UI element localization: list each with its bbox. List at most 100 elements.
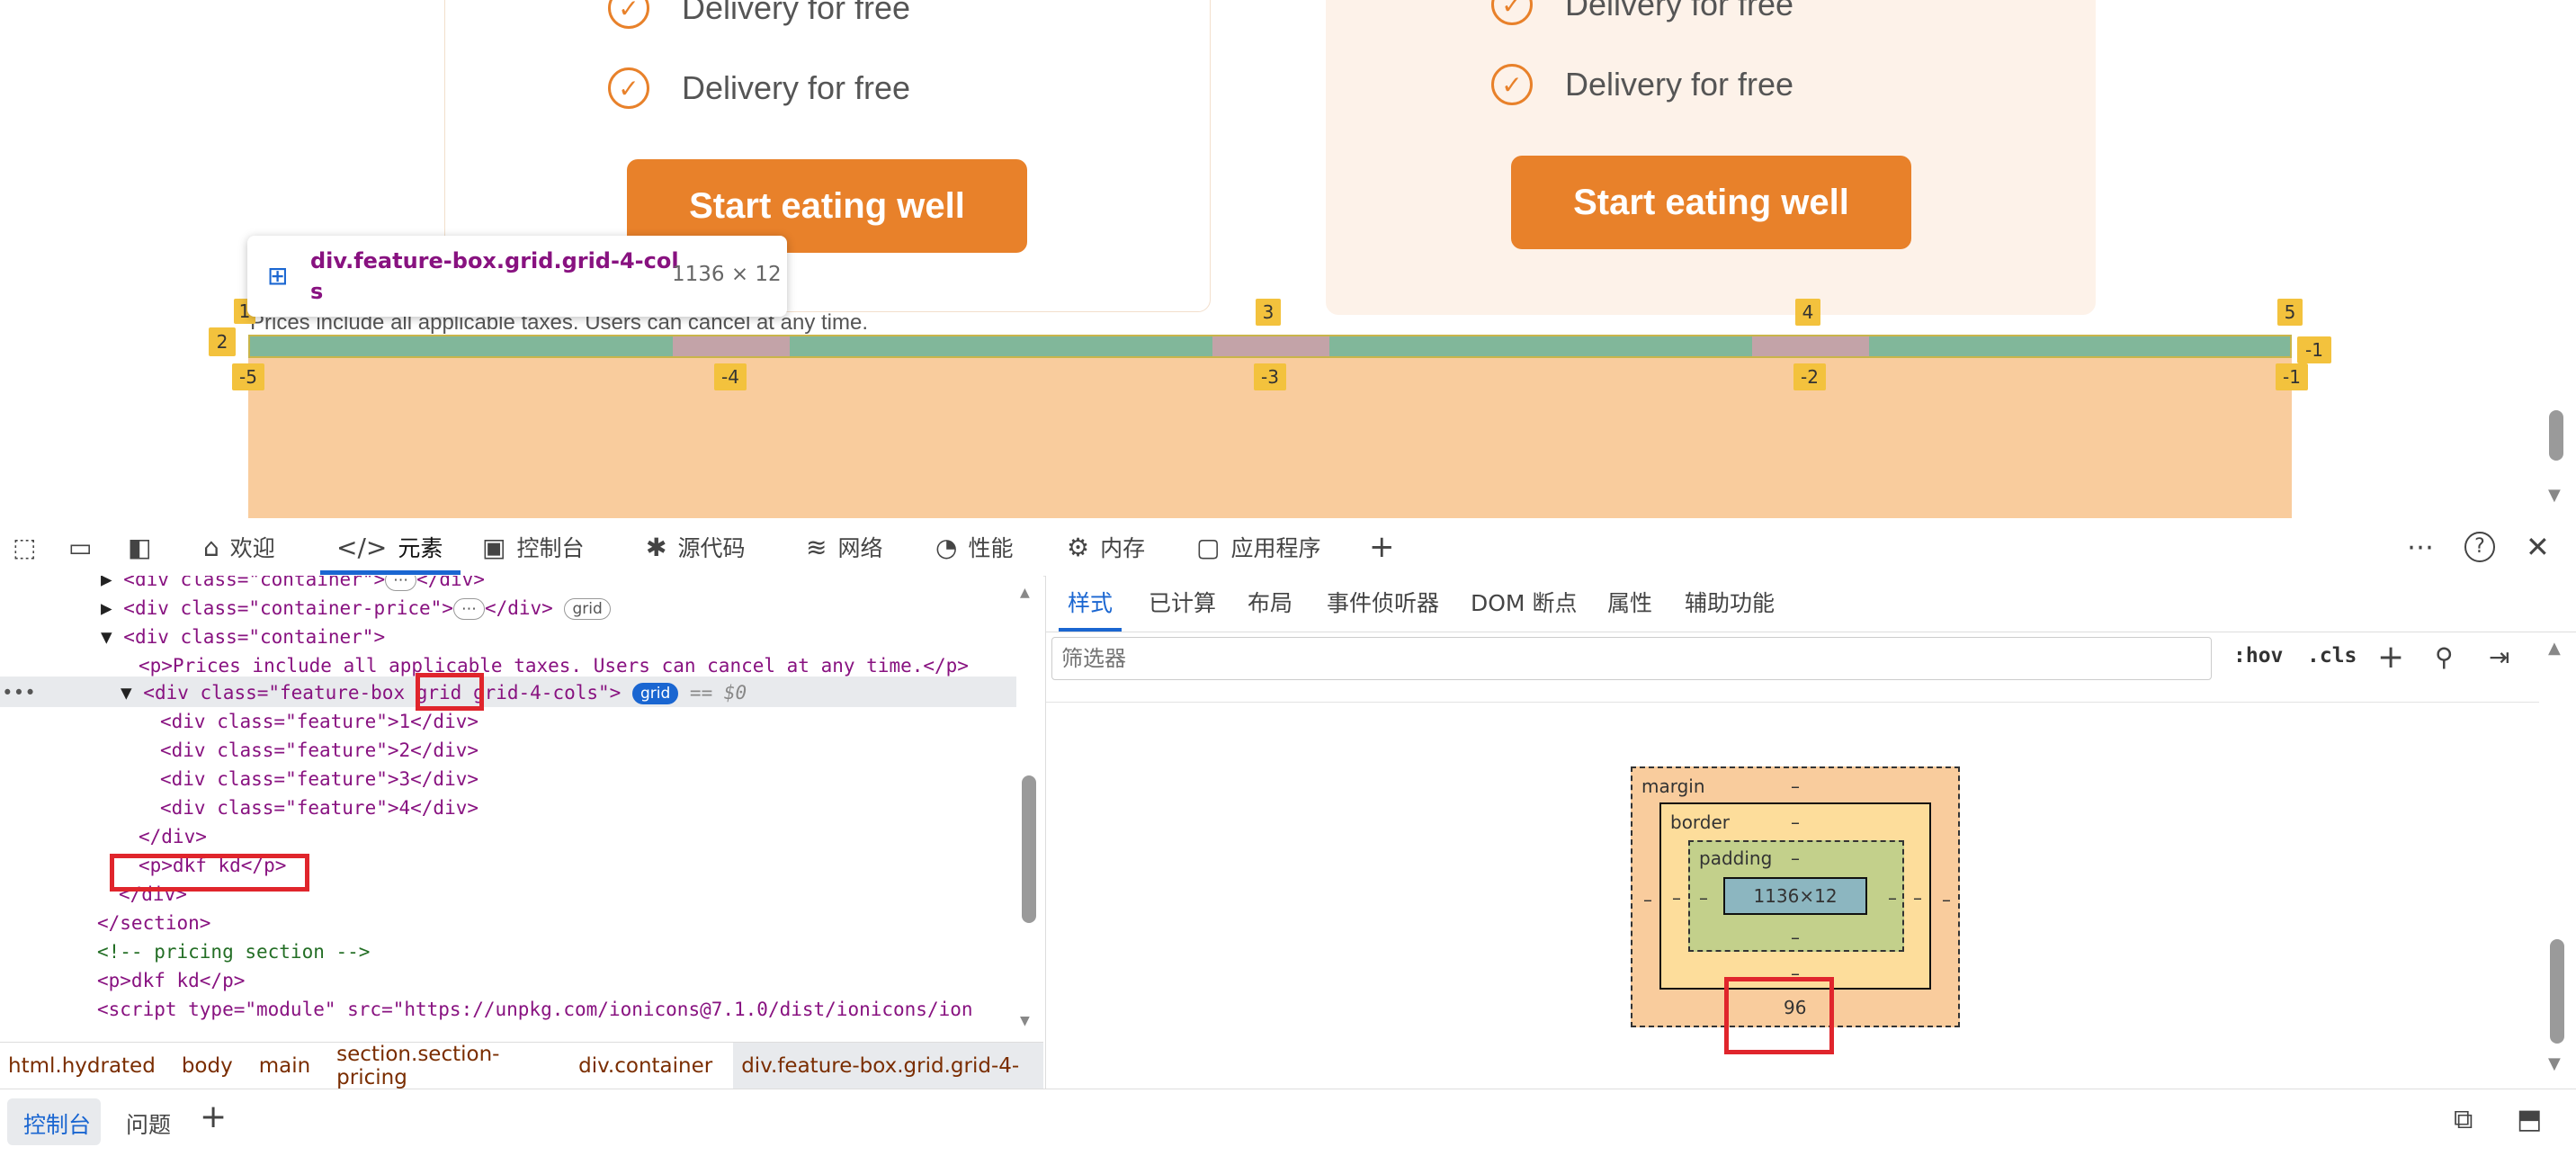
hov-button[interactable]: :hov — [2233, 644, 2283, 668]
scroll-down-icon[interactable]: ▼ — [2548, 1054, 2561, 1073]
tooltip-selector: div.feature-box.grid.grid-4-col — [310, 248, 679, 273]
add-tab-icon[interactable]: + — [1369, 518, 1395, 576]
annotation-box — [1724, 977, 1834, 1054]
dom-node[interactable]: ▶ <div class="container"> ⋯ </div> — [101, 576, 485, 594]
drawer-tab-issues[interactable]: 问题 — [126, 1107, 171, 1140]
devtools-toolbar: ⬚ ▭ ◧ ⌂ 欢迎 </> 元素 ▣ 控制台 ✱ 源代码 ≋ 网络 ◔ 性能 ⚙ 内存 ▢ 应… — [0, 518, 2576, 577]
tab-computed[interactable]: 已计算 — [1149, 576, 1216, 632]
grid-badge[interactable]: grid — [564, 598, 611, 620]
dom-node[interactable]: <div class="feature">2</div> — [160, 736, 479, 765]
grid-line-marker: -5 — [232, 363, 264, 390]
styles-filter-input[interactable] — [1051, 637, 2212, 680]
breadcrumb-item[interactable]: html.hydrated — [0, 1054, 164, 1078]
dom-node[interactable]: <p>dkf kd</p> — [97, 966, 245, 995]
grid-line-marker: 2 — [209, 327, 236, 356]
grid-line-marker: -2 — [1793, 363, 1826, 390]
dom-comment[interactable]: <!-- pricing section --> — [97, 937, 370, 966]
breadcrumb-item[interactable]: main — [241, 1054, 318, 1078]
feature-row: ✓ Delivery for free — [1491, 0, 1793, 25]
padding-top-value: – — [1791, 847, 1800, 869]
inspect-element-icon[interactable]: ⬚ — [13, 518, 47, 576]
box-model-content[interactable]: 1136×12 — [1723, 877, 1867, 915]
scroll-up-icon[interactable]: ▲ — [2548, 639, 2561, 658]
feature-row: ✓ Delivery for free — [1491, 64, 1793, 105]
scroll-down-icon[interactable]: ▼ — [2548, 486, 2561, 505]
dom-node[interactable]: <div class="feature">4</div> — [160, 793, 479, 822]
tooltip-selector-wrap: s — [310, 279, 324, 304]
devtools-drawer: 控制台 问题 + ⧉ ⬒ — [0, 1089, 2576, 1156]
grid-gap — [1212, 336, 1329, 356]
dom-node[interactable]: <script type="module" src="https://unpkg… — [97, 995, 973, 1024]
gauge-icon: ◔ — [935, 532, 958, 562]
border-left-value: – — [1672, 887, 1681, 909]
breadcrumb-item[interactable]: div.container — [560, 1054, 720, 1078]
help-icon[interactable]: ? — [2464, 518, 2495, 576]
collapse-triangle-icon[interactable]: ▼ — [101, 626, 123, 648]
tab-dom-breakpoints[interactable]: DOM 断点 — [1471, 576, 1577, 632]
app-icon: ▢ — [1196, 532, 1221, 562]
feature-text: Delivery for free — [682, 0, 911, 26]
new-style-rule-icon[interactable]: + — [2377, 639, 2404, 676]
tab-layout[interactable]: 布局 — [1248, 576, 1292, 632]
dock-drawer-icon[interactable]: ⧉ — [2454, 1104, 2473, 1135]
elements-scrollbar-thumb[interactable] — [1022, 775, 1036, 923]
device-toolbar-icon[interactable]: ▭ — [68, 518, 103, 576]
tab-event-listeners[interactable]: 事件侦听器 — [1327, 576, 1439, 632]
tab-styles[interactable]: 样式 — [1068, 576, 1113, 632]
dom-node-ellipsis[interactable]: ••• — [2, 678, 36, 707]
padding-label: padding — [1699, 847, 1773, 869]
margin-label: margin — [1641, 775, 1705, 797]
cls-button[interactable]: .cls — [2307, 644, 2357, 668]
tab-accessibility[interactable]: 辅助功能 — [1685, 576, 1775, 632]
tab-console[interactable]: ▣ 控制台 — [482, 518, 584, 576]
border-right-value: – — [1913, 887, 1922, 909]
tab-memory[interactable]: ⚙ 内存 — [1067, 518, 1145, 576]
dock-side-icon[interactable]: ◧ — [128, 518, 162, 576]
annotation-box — [416, 673, 484, 711]
padding-left-value: – — [1699, 887, 1708, 909]
tab-performance[interactable]: ◔ 性能 — [935, 518, 1013, 576]
dom-node[interactable]: <div class="feature">1</div> — [160, 707, 479, 736]
toggle-sidebar-icon[interactable]: ⇥ — [2489, 642, 2509, 672]
grid-badge[interactable]: grid — [631, 683, 679, 704]
expand-drawer-icon[interactable]: ⬒ — [2517, 1104, 2542, 1135]
collapsed-ellipsis[interactable]: ⋯ — [385, 576, 417, 591]
drawer-tab-console[interactable]: 控制台 — [23, 1107, 91, 1140]
close-icon[interactable]: ✕ — [2526, 518, 2550, 576]
tab-properties[interactable]: 属性 — [1607, 576, 1652, 632]
check-icon: ✓ — [608, 67, 649, 109]
tab-elements[interactable]: </> 元素 — [336, 518, 443, 576]
collapsed-ellipsis[interactable]: ⋯ — [452, 598, 485, 620]
dom-node[interactable]: ▼ <div class="container"> — [101, 623, 385, 651]
collapse-triangle-icon[interactable]: ▼ — [121, 682, 143, 703]
grid-line-marker: -1 — [2297, 336, 2331, 363]
elements-tree[interactable]: ▶ <div class="container"> ⋯ </div> ▶ <div … — [0, 576, 1043, 1042]
more-icon[interactable]: ⋯ — [2407, 518, 2434, 576]
breadcrumb-item[interactable]: section.section-pricing — [318, 1043, 560, 1089]
dom-node[interactable]: ▶ <div class="container-price"> ⋯ </div> g… — [101, 594, 611, 623]
breadcrumb-item-selected[interactable]: div.feature-box.grid.grid-4-cols — [733, 1043, 1043, 1125]
dom-node[interactable]: </div> — [139, 822, 207, 851]
grid-line-marker: 5 — [2277, 299, 2303, 326]
tab-sources[interactable]: ✱ 源代码 — [646, 518, 745, 576]
page-preview: ✓ Delivery for free ✓ Delivery for free … — [0, 0, 2576, 518]
expand-triangle-icon[interactable]: ▶ — [101, 597, 123, 619]
scroll-up-icon[interactable]: ▲ — [1020, 583, 1030, 602]
expand-triangle-icon[interactable]: ▶ — [101, 576, 123, 590]
home-icon: ⌂ — [203, 532, 219, 562]
styles-scrollbar-thumb[interactable] — [2550, 939, 2564, 1044]
tab-network[interactable]: ≋ 网络 — [806, 518, 882, 576]
page-scrollbar-thumb[interactable] — [2549, 410, 2563, 461]
border-top-value: – — [1791, 811, 1800, 833]
tab-welcome[interactable]: ⌂ 欢迎 — [203, 518, 275, 576]
dom-node[interactable]: </section> — [97, 909, 210, 937]
breadcrumb-item[interactable]: body — [164, 1054, 241, 1078]
start-eating-well-button[interactable]: Start eating well — [1511, 156, 1911, 249]
paint-brush-icon[interactable]: ⚲ — [2435, 642, 2454, 672]
annotation-box — [110, 854, 309, 892]
feature-text: Delivery for free — [1565, 0, 1794, 22]
tab-application[interactable]: ▢ 应用程序 — [1196, 518, 1320, 576]
drawer-add-tab-icon[interactable]: + — [200, 1098, 227, 1135]
dom-node[interactable]: <div class="feature">3</div> — [160, 765, 479, 793]
scroll-down-icon[interactable]: ▼ — [1020, 1011, 1030, 1030]
